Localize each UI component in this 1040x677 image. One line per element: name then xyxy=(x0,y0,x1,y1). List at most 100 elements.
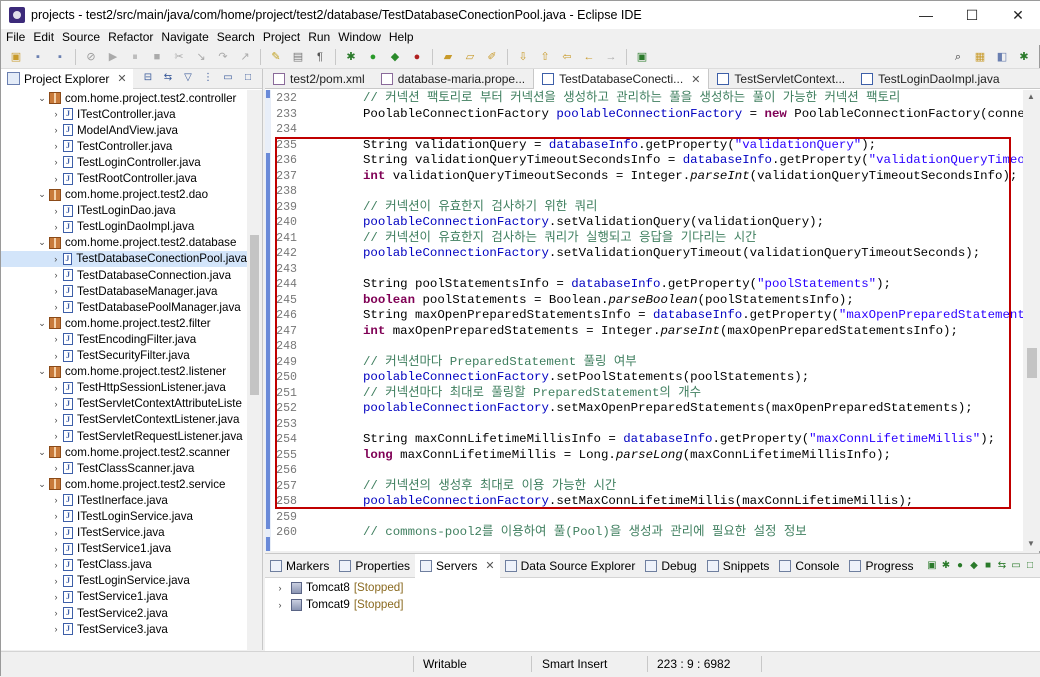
server-row[interactable]: › Tomcat8 [Stopped] xyxy=(265,579,1040,596)
minimize-button[interactable]: — xyxy=(903,1,949,29)
chevron-right-icon[interactable]: › xyxy=(49,624,63,634)
previous-annotation-icon[interactable]: ⇧ xyxy=(537,49,553,65)
chevron-down-icon[interactable]: ⌄ xyxy=(35,189,49,200)
tree-file-row[interactable]: › J TestServletContextListener.java xyxy=(1,412,247,428)
chevron-right-icon[interactable]: › xyxy=(49,157,63,167)
scroll-up-icon[interactable]: ▲ xyxy=(1027,92,1035,101)
explorer-scroll-thumb[interactable] xyxy=(250,235,259,395)
code-text-area[interactable]: 232 // 커넥션 팩토리로 부터 커넥션을 생성하고 관리하는 풀을 생성하는… xyxy=(271,90,1023,551)
block-selection-icon[interactable]: ▤ xyxy=(290,49,306,65)
resume-icon[interactable]: ▶ xyxy=(105,49,121,65)
debug-icon[interactable]: ✱ xyxy=(343,49,359,65)
chevron-right-icon[interactable]: › xyxy=(49,125,63,135)
chevron-right-icon[interactable]: › xyxy=(49,334,63,344)
close-icon[interactable]: ✕ xyxy=(117,72,126,85)
editor-tab[interactable]: TestDatabaseConecti... ✕ xyxy=(533,69,710,89)
close-icon[interactable]: ✕ xyxy=(691,73,700,86)
stop-server-icon[interactable]: ■ xyxy=(981,560,995,571)
close-icon[interactable]: ✕ xyxy=(485,559,494,572)
tree-file-row[interactable]: › J TestClass.java xyxy=(1,557,247,573)
chevron-right-icon[interactable]: › xyxy=(49,608,63,618)
tab-servers[interactable]: Servers ✕ xyxy=(415,553,500,578)
publish-icon[interactable]: ⇆ xyxy=(995,560,1009,571)
forward-icon[interactable]: → xyxy=(603,49,619,65)
maximize-view-icon[interactable]: □ xyxy=(1023,560,1037,571)
new-icon[interactable]: ▣ xyxy=(8,49,24,65)
tree-package-row[interactable]: ⌄ com.home.project.test2.controller xyxy=(1,90,247,106)
tree-file-row[interactable]: › J TestController.java xyxy=(1,138,247,154)
tree-package-row[interactable]: ⌄ com.home.project.test2.database xyxy=(1,235,247,251)
chevron-down-icon[interactable]: ⌄ xyxy=(35,318,49,329)
tree-package-row[interactable]: ⌄ com.home.project.test2.listener xyxy=(1,364,247,380)
tree-file-row[interactable]: › J TestService3.java xyxy=(1,621,247,637)
chevron-right-icon[interactable]: › xyxy=(49,174,63,184)
tree-file-row[interactable]: › J TestSecurityFilter.java xyxy=(1,348,247,364)
chevron-down-icon[interactable]: ⌄ xyxy=(35,366,49,377)
chevron-right-icon[interactable]: › xyxy=(273,600,287,610)
tab-console[interactable]: Console xyxy=(774,554,844,578)
chevron-right-icon[interactable]: › xyxy=(49,528,63,538)
scroll-down-icon[interactable]: ▼ xyxy=(1027,539,1035,548)
tree-file-row[interactable]: › J TestService2.java xyxy=(1,605,247,621)
coverage-icon[interactable]: ◆ xyxy=(387,49,403,65)
menu-window[interactable]: Window xyxy=(334,29,385,45)
open-task-icon[interactable]: ▱ xyxy=(462,49,478,65)
chevron-right-icon[interactable]: › xyxy=(49,206,63,216)
minimize-view-icon[interactable]: ▭ xyxy=(1009,560,1023,571)
menu-source[interactable]: Source xyxy=(58,29,104,45)
chevron-right-icon[interactable]: › xyxy=(49,302,63,312)
collapse-all-icon[interactable]: ⊟ xyxy=(141,72,155,86)
open-perspective-icon[interactable]: ▦ xyxy=(972,49,988,65)
tree-package-row[interactable]: ⌄ com.home.project.test2.filter xyxy=(1,315,247,331)
tab-progress[interactable]: Progress xyxy=(844,554,918,578)
tree-file-row[interactable]: › J TestClassScanner.java xyxy=(1,460,247,476)
tab-debug[interactable]: Debug xyxy=(640,554,701,578)
next-annotation-icon[interactable]: ⇩ xyxy=(515,49,531,65)
maximize-view-icon[interactable]: □ xyxy=(241,72,255,86)
tab-markers[interactable]: Markers xyxy=(265,554,334,578)
tree-file-row[interactable]: › J ITestLoginService.java xyxy=(1,508,247,524)
minimize-view-icon[interactable]: ▭ xyxy=(221,72,235,86)
run-icon[interactable]: ● xyxy=(365,49,381,65)
show-whitespace-icon[interactable]: ¶ xyxy=(312,49,328,65)
chevron-right-icon[interactable]: › xyxy=(49,141,63,151)
last-edit-icon[interactable]: ⇦ xyxy=(559,49,575,65)
chevron-right-icon[interactable]: › xyxy=(49,270,63,280)
step-return-icon[interactable]: ↗ xyxy=(237,49,253,65)
skip-breakpoints-icon[interactable]: ⊘ xyxy=(83,49,99,65)
profile-server-icon[interactable]: ◆ xyxy=(967,560,981,571)
chevron-down-icon[interactable]: ⌄ xyxy=(35,237,49,248)
save-icon[interactable]: ▪ xyxy=(30,49,46,65)
chevron-right-icon[interactable]: › xyxy=(49,576,63,586)
menu-navigate[interactable]: Navigate xyxy=(157,29,212,45)
search-tool-icon[interactable]: ✐ xyxy=(484,49,500,65)
search-icon[interactable]: ⌕ xyxy=(950,49,966,65)
menu-refactor[interactable]: Refactor xyxy=(104,29,157,45)
menu-run[interactable]: Run xyxy=(304,29,334,45)
tree-file-row[interactable]: › J TestDatabasePoolManager.java xyxy=(1,299,247,315)
tree-file-row[interactable]: › J TestDatabaseManager.java xyxy=(1,283,247,299)
step-into-icon[interactable]: ↘ xyxy=(193,49,209,65)
editor-tab[interactable]: TestServletContext... xyxy=(709,69,853,89)
menu-help[interactable]: Help xyxy=(385,29,418,45)
menu-project[interactable]: Project xyxy=(259,29,304,45)
tab-properties[interactable]: Properties xyxy=(334,554,415,578)
tree-file-row[interactable]: › J TestDatabaseConnection.java xyxy=(1,267,247,283)
tree-file-row[interactable]: › J TestServletRequestListener.java xyxy=(1,428,247,444)
chevron-right-icon[interactable]: › xyxy=(49,286,63,296)
tree-file-row[interactable]: › J TestServletContextAttributeListe xyxy=(1,396,247,412)
view-menu-icon[interactable]: ⋮ xyxy=(201,72,215,86)
maximize-button[interactable]: ☐ xyxy=(949,1,995,29)
filter-icon[interactable]: ▽ xyxy=(181,72,195,86)
debug-server-icon[interactable]: ✱ xyxy=(939,560,953,571)
tree-file-row[interactable]: › J ITestController.java xyxy=(1,106,247,122)
chevron-right-icon[interactable]: › xyxy=(49,544,63,554)
chevron-right-icon[interactable]: › xyxy=(49,109,63,119)
external-tools-icon[interactable]: ● xyxy=(409,49,425,65)
tree-file-row[interactable]: › J ITestService.java xyxy=(1,525,247,541)
close-window-button[interactable]: ✕ xyxy=(995,1,1040,29)
tree-file-row[interactable]: › J TestRootController.java xyxy=(1,170,247,186)
tree-package-row[interactable]: ⌄ com.home.project.test2.dao xyxy=(1,187,247,203)
chevron-right-icon[interactable]: › xyxy=(49,222,63,232)
back-icon[interactable]: ← xyxy=(581,49,597,65)
